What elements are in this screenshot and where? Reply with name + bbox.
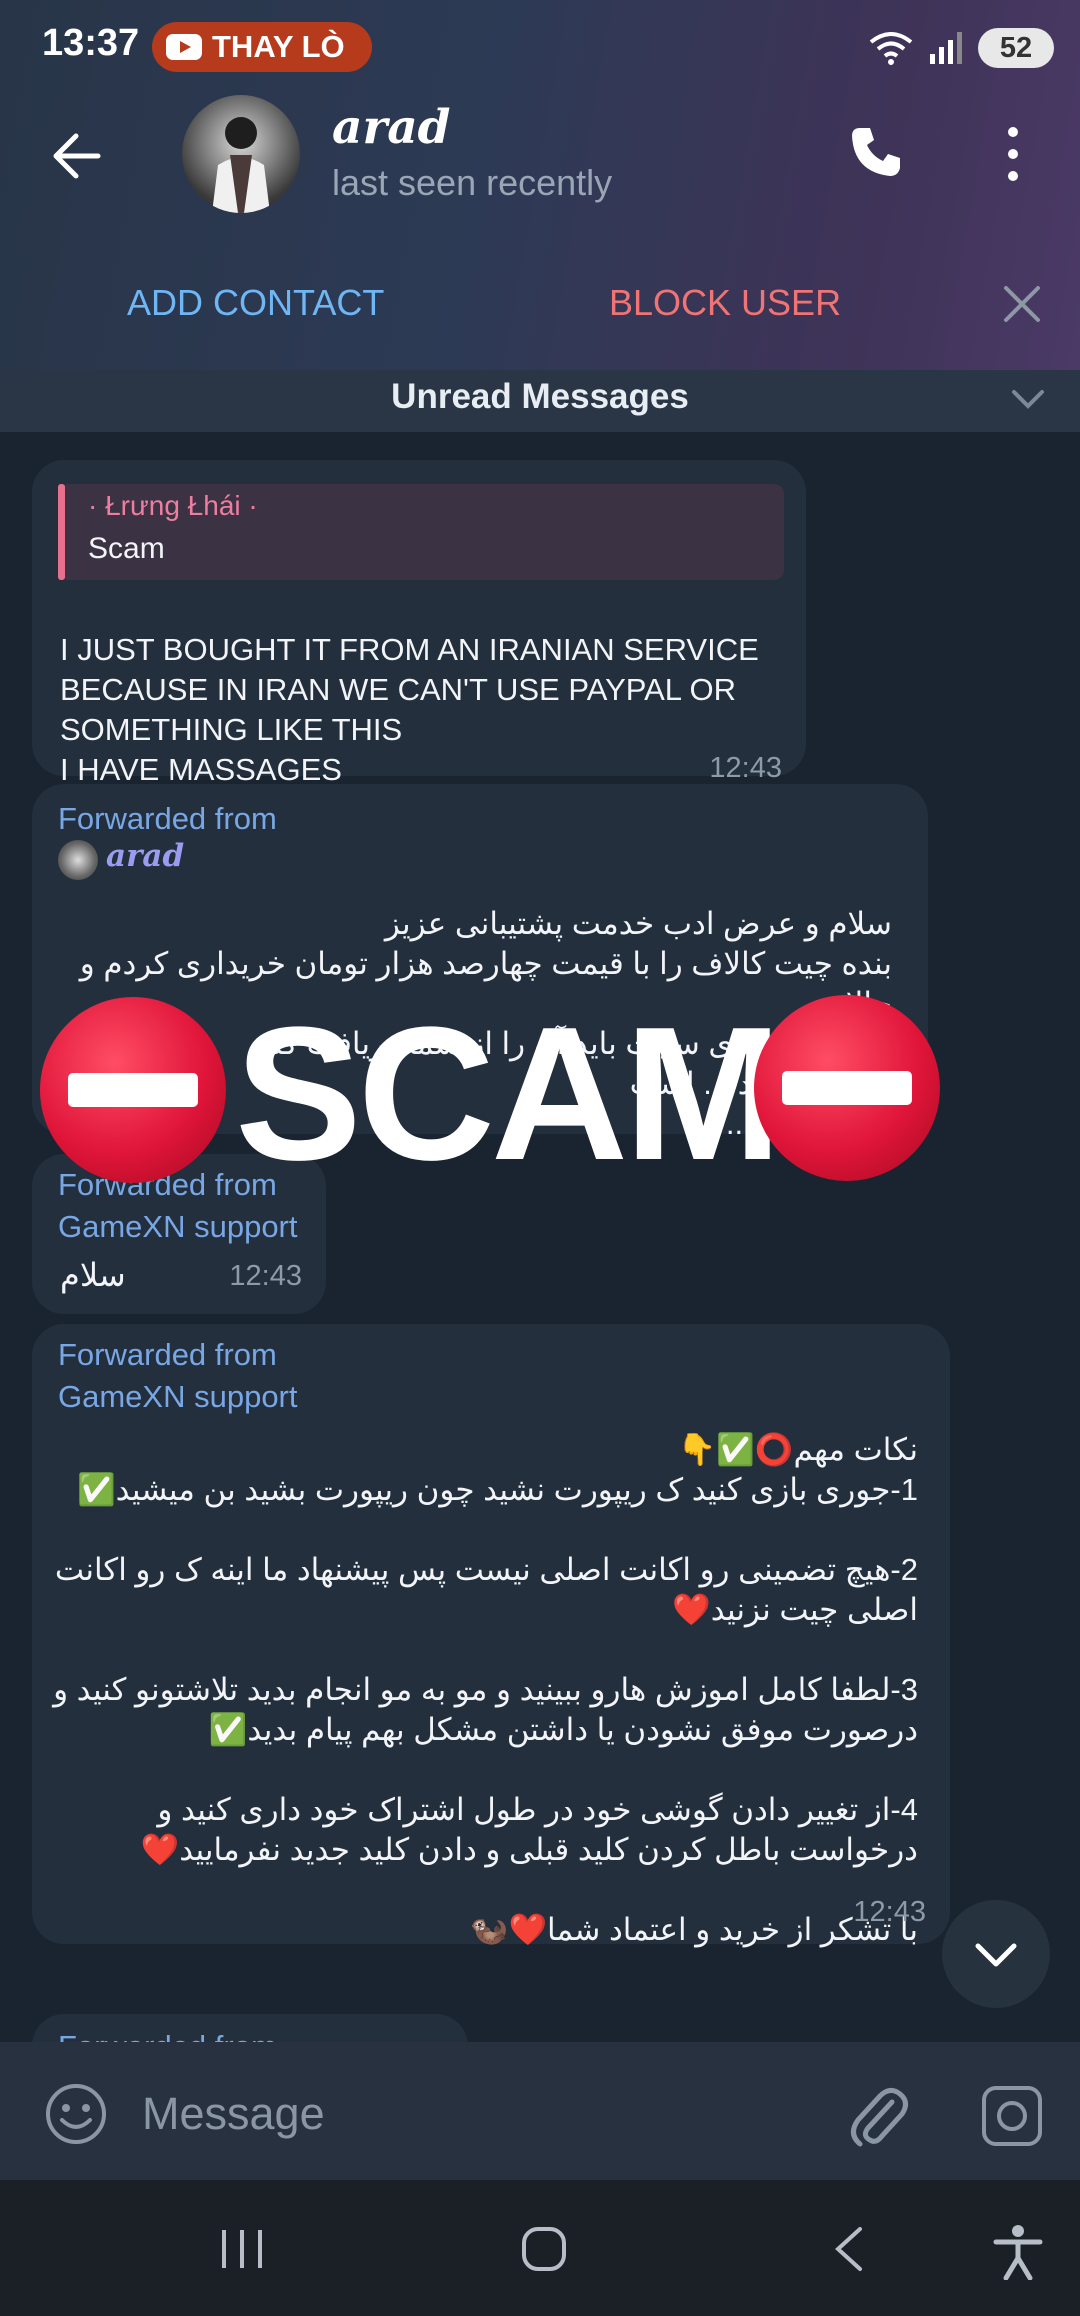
- status-time: 13:37: [42, 22, 140, 64]
- message-line: 2-هیچ تضمینی رو اکانت اصلی نیست پس پیشنه…: [54, 1552, 918, 1587]
- contact-name[interactable]: arad: [332, 100, 451, 155]
- message-line: درصورت موفق نشودن یا داشتن مشکل بهم پیام…: [208, 1712, 918, 1747]
- message-text: I JUST BOUGHT IT FROM AN IRANIAN SERVICE…: [60, 630, 759, 790]
- forwarded-avatar: [58, 840, 98, 880]
- battery-icon: 52: [978, 28, 1054, 68]
- scam-overlay-text: SCAM: [235, 988, 782, 1200]
- home-icon[interactable]: [520, 2225, 568, 2273]
- no-entry-icon: [40, 997, 226, 1183]
- message-line: 3-لطفا کامل اموزش هارو ببینید و مو به مو…: [53, 1672, 918, 1707]
- message-input[interactable]: Message: [142, 2088, 325, 2140]
- camera-icon[interactable]: [980, 2084, 1044, 2148]
- emoji-icon[interactable]: [44, 2082, 108, 2146]
- message-bubble[interactable]: Forwarded from: [32, 2014, 468, 2042]
- message-bubble[interactable]: · Łrưng Łhái · Scam I JUST BOUGHT IT FRO…: [32, 460, 806, 787]
- wifi-icon: [869, 32, 913, 65]
- forwarded-name[interactable]: GameXN support: [58, 1206, 298, 1248]
- reply-sender: · Łrưng Łhái ·: [88, 490, 258, 521]
- message-list[interactable]: · Łrưng Łhái · Scam I JUST BOUGHT IT FRO…: [0, 432, 1080, 2042]
- message-line: سلام و عرض ادب خدمت پشتیبانی عزیز: [384, 906, 892, 941]
- message-line: نکات مهم⭕✅👇: [677, 1432, 918, 1467]
- notification-pill-text: THAY LÒ: [212, 29, 345, 64]
- forwarded-name[interactable]: GameXN support: [58, 1376, 298, 1418]
- message-line: اصلی چیت نزنید❤️: [672, 1592, 918, 1627]
- unread-banner-text: Unread Messages: [391, 377, 689, 416]
- forwarded-label: Forwarded from: [58, 801, 277, 836]
- avatar[interactable]: [182, 95, 300, 213]
- nav-back-icon[interactable]: [830, 2225, 866, 2273]
- add-contact-button[interactable]: ADD CONTACT: [127, 282, 384, 324]
- back-arrow-icon[interactable]: [50, 130, 102, 182]
- status-icons: 52: [868, 26, 1054, 70]
- phone-icon[interactable]: [848, 124, 904, 180]
- message-line: با تشکر از خرید و اعتماد شما❤️🦦: [469, 1912, 918, 1947]
- message-line: BECAUSE IN IRAN WE CAN'T USE PAYPAL OR: [60, 672, 737, 707]
- message-time: 12:43: [709, 752, 782, 784]
- accessibility-icon[interactable]: [992, 2224, 1044, 2280]
- message-time: 12:43: [229, 1260, 302, 1292]
- forwarded-label: Forwarded from: [58, 1337, 277, 1372]
- recents-icon[interactable]: [218, 2228, 266, 2270]
- message-text: نکات مهم⭕✅👇 1-جوری بازی کنید ک ریپورت نش…: [48, 1430, 918, 1950]
- forwarded-name[interactable]: arad: [106, 838, 184, 874]
- youtube-icon: [166, 34, 202, 60]
- block-user-button[interactable]: BLOCK USER: [609, 282, 841, 324]
- chevron-down-icon[interactable]: [1010, 388, 1046, 412]
- scroll-down-button[interactable]: [942, 1900, 1050, 2008]
- reply-accent-bar: [58, 484, 65, 580]
- reply-quote[interactable]: · Łrưng Łhái · Scam: [58, 484, 784, 580]
- message-time: 12:43: [853, 1896, 926, 1928]
- notification-pill[interactable]: THAY LÒ: [152, 22, 372, 72]
- message-bubble[interactable]: Forwarded from GameXN support نکات مهم⭕✅…: [32, 1324, 950, 1947]
- more-options-icon[interactable]: [1000, 124, 1026, 184]
- message-line: I JUST BOUGHT IT FROM AN IRANIAN SERVICE: [60, 632, 759, 667]
- message-text: سلام: [60, 1257, 126, 1293]
- chevron-down-icon: [975, 1943, 1017, 1967]
- scam-overlay: SCAM: [40, 988, 1040, 1200]
- contact-status: last seen recently: [332, 162, 613, 203]
- message-line: 4-از تغییر دادن گوشی خود در طول اشتراک خ…: [157, 1792, 918, 1827]
- no-entry-icon: [754, 995, 940, 1181]
- signal-icon: [930, 32, 962, 64]
- close-icon[interactable]: [1000, 282, 1044, 326]
- message-line: 1-جوری بازی کنید ک ریپورت نشید چون ریپور…: [77, 1472, 918, 1507]
- reply-text: Scam: [88, 532, 165, 565]
- message-line: SOMETHING LIKE THIS: [60, 712, 403, 747]
- attach-icon[interactable]: [846, 2080, 910, 2150]
- avatar-person-icon: [212, 117, 270, 213]
- forwarded-label: Forwarded from: [58, 2026, 277, 2042]
- message-line: درخواست باطل کردن کلید قبلی و دادن کلید …: [140, 1832, 918, 1867]
